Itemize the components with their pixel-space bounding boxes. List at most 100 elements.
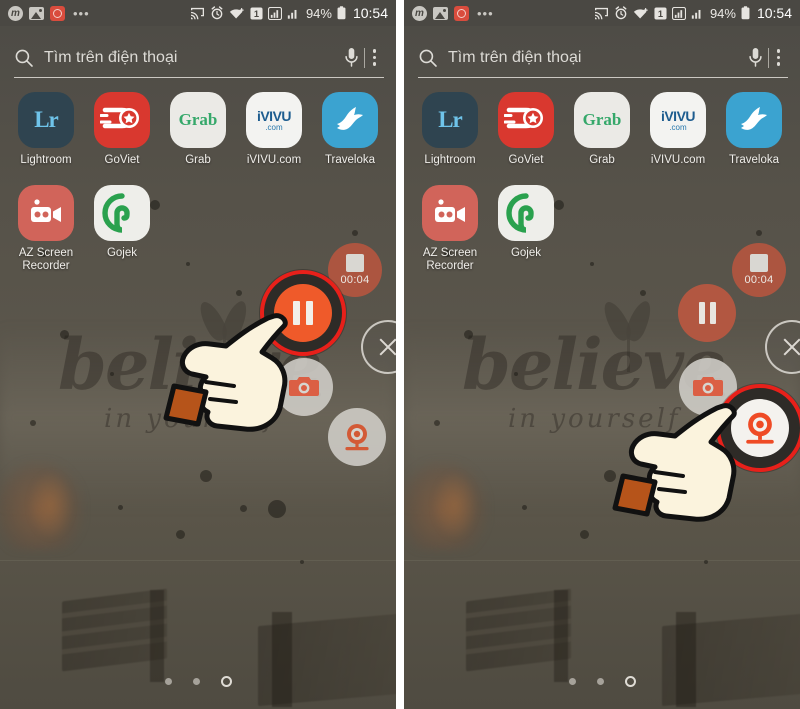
search-bar[interactable]: Tìm trên điện thoại [418, 38, 788, 78]
microphone-icon[interactable] [747, 47, 764, 69]
app-ivivu[interactable]: iVIVU .com iVIVU.com [640, 92, 716, 167]
messenger-icon: m [8, 5, 23, 21]
status-bar: m ••• 1 94% 10:54 [0, 0, 397, 26]
app-gojek[interactable]: Gojek [488, 185, 564, 273]
cast-icon [190, 7, 204, 19]
grab-glyph: Grab [582, 110, 622, 129]
app-az-screen-recorder[interactable]: AZ Screen Recorder [8, 185, 84, 273]
app-row-1: Lr Lightroom GoViet Grab Grab iVIVU .com… [8, 92, 392, 167]
pause-recording-button[interactable] [678, 284, 736, 342]
screenshot-stage: believe in yourself m ••• 1 94% 10:54 Tì… [0, 0, 800, 709]
app-ivivu[interactable]: iVIVU .com iVIVU.com [236, 92, 312, 167]
pause-bar-icon [709, 302, 716, 324]
app-traveloka[interactable]: Traveloka [312, 92, 388, 167]
app-label: GoViet [508, 154, 544, 166]
microphone-icon[interactable] [343, 47, 360, 69]
search-divider [363, 47, 365, 68]
app-az-screen-recorder[interactable]: AZ Screen Recorder [412, 185, 488, 273]
webcam-button[interactable] [328, 408, 386, 466]
wallpaper-fence-post-left [150, 590, 164, 682]
wifi-calling-icon [633, 7, 648, 18]
page-dot[interactable] [596, 678, 604, 685]
svg-text:1: 1 [254, 9, 259, 19]
grab-icon[interactable]: Grab [574, 92, 630, 148]
battery-percent-label: 94% [709, 5, 736, 21]
lightroom-glyph: Lr [438, 107, 463, 132]
app-grab[interactable]: Grab Grab [160, 92, 236, 167]
app-lightroom[interactable]: Lr Lightroom [8, 92, 84, 167]
battery-icon [741, 6, 750, 20]
panel-divider [396, 0, 400, 709]
stop-square-icon [750, 254, 768, 272]
app-label: Gojek [510, 247, 542, 260]
ivivu-sub-glyph: .com [669, 122, 687, 132]
page-indicator [0, 676, 396, 687]
gojek-icon[interactable] [498, 185, 554, 242]
wallpaper-fence-post-left [554, 590, 568, 682]
signal-bars-secondary-icon [287, 9, 297, 19]
camera-icon [693, 377, 723, 396]
app-label: iVIVU.com [246, 154, 302, 166]
wallpaper-tree-secondary [28, 470, 74, 540]
wallpaper-fence-post-right [272, 612, 292, 707]
lightroom-icon[interactable]: Lr [18, 92, 74, 148]
traveloka-icon[interactable] [322, 92, 378, 148]
ivivu-icon[interactable]: iVIVU .com [246, 92, 302, 148]
battery-percent-label: 94% [305, 5, 332, 21]
app-goviet[interactable]: GoViet [84, 92, 160, 167]
ivivu-sub-glyph: .com [265, 122, 283, 132]
page-dot[interactable] [568, 678, 576, 685]
alarm-icon [211, 6, 223, 20]
lightroom-icon[interactable]: Lr [422, 92, 478, 148]
gojek-icon[interactable] [94, 185, 150, 242]
overflow-menu-icon[interactable] [367, 49, 385, 66]
recording-timer-label: 00:04 [744, 274, 774, 286]
stop-recording-button[interactable]: 00:04 [732, 243, 786, 297]
wallpaper-tree-secondary [432, 470, 478, 540]
app-grab[interactable]: Grab Grab [564, 92, 640, 167]
search-input[interactable]: Tìm trên điện thoại [448, 49, 747, 67]
pause-recording-button[interactable] [260, 270, 346, 356]
page-dot[interactable] [192, 678, 200, 685]
search-input[interactable]: Tìm trên điện thoại [44, 49, 343, 67]
webcam-icon [345, 424, 369, 451]
az-screen-recorder-icon[interactable] [18, 185, 74, 242]
more-notifications-icon: ••• [477, 5, 494, 21]
webcam-button[interactable] [716, 384, 800, 472]
webcam-icon [746, 412, 774, 444]
signal-bars-icon [267, 6, 282, 20]
clock-label: 10:54 [756, 5, 793, 21]
more-notifications-icon: ••• [73, 5, 90, 21]
overflow-menu-icon[interactable] [771, 49, 789, 66]
goviet-icon[interactable] [498, 92, 554, 148]
screen-recorder-icon [50, 5, 65, 21]
page-dot-active[interactable] [220, 676, 232, 687]
grab-icon[interactable]: Grab [170, 92, 226, 148]
app-gojek[interactable]: Gojek [84, 185, 160, 273]
page-dot[interactable] [164, 678, 172, 685]
az-screen-recorder-icon[interactable] [422, 185, 478, 242]
app-traveloka[interactable]: Traveloka [716, 92, 792, 167]
goviet-icon[interactable] [94, 92, 150, 148]
app-goviet[interactable]: GoViet [488, 92, 564, 167]
wifi-calling-icon [229, 7, 244, 18]
status-bar: m ••• 1 94% 10:54 [404, 0, 800, 26]
pause-bar-icon [698, 302, 705, 324]
wallpaper-fence-post-right [676, 612, 696, 707]
app-label: iVIVU.com [650, 154, 706, 166]
search-bar[interactable]: Tìm trên điện thoại [14, 38, 384, 78]
gallery-icon [433, 6, 448, 20]
app-grid: Lr Lightroom GoViet Grab Grab iVIVU .com… [8, 92, 392, 274]
traveloka-icon[interactable] [726, 92, 782, 148]
screenshot-button[interactable] [275, 358, 333, 416]
alarm-icon [615, 6, 627, 20]
stop-square-icon [346, 254, 364, 272]
cast-icon [594, 7, 608, 19]
pause-bar-icon [293, 301, 300, 325]
app-label: Lightroom [424, 154, 476, 166]
ivivu-icon[interactable]: iVIVU .com [650, 92, 706, 148]
page-dot-active[interactable] [624, 676, 636, 687]
ivivu-glyph: iVIVU [256, 107, 292, 124]
app-lightroom[interactable]: Lr Lightroom [412, 92, 488, 167]
signal-bars-icon [671, 6, 686, 20]
